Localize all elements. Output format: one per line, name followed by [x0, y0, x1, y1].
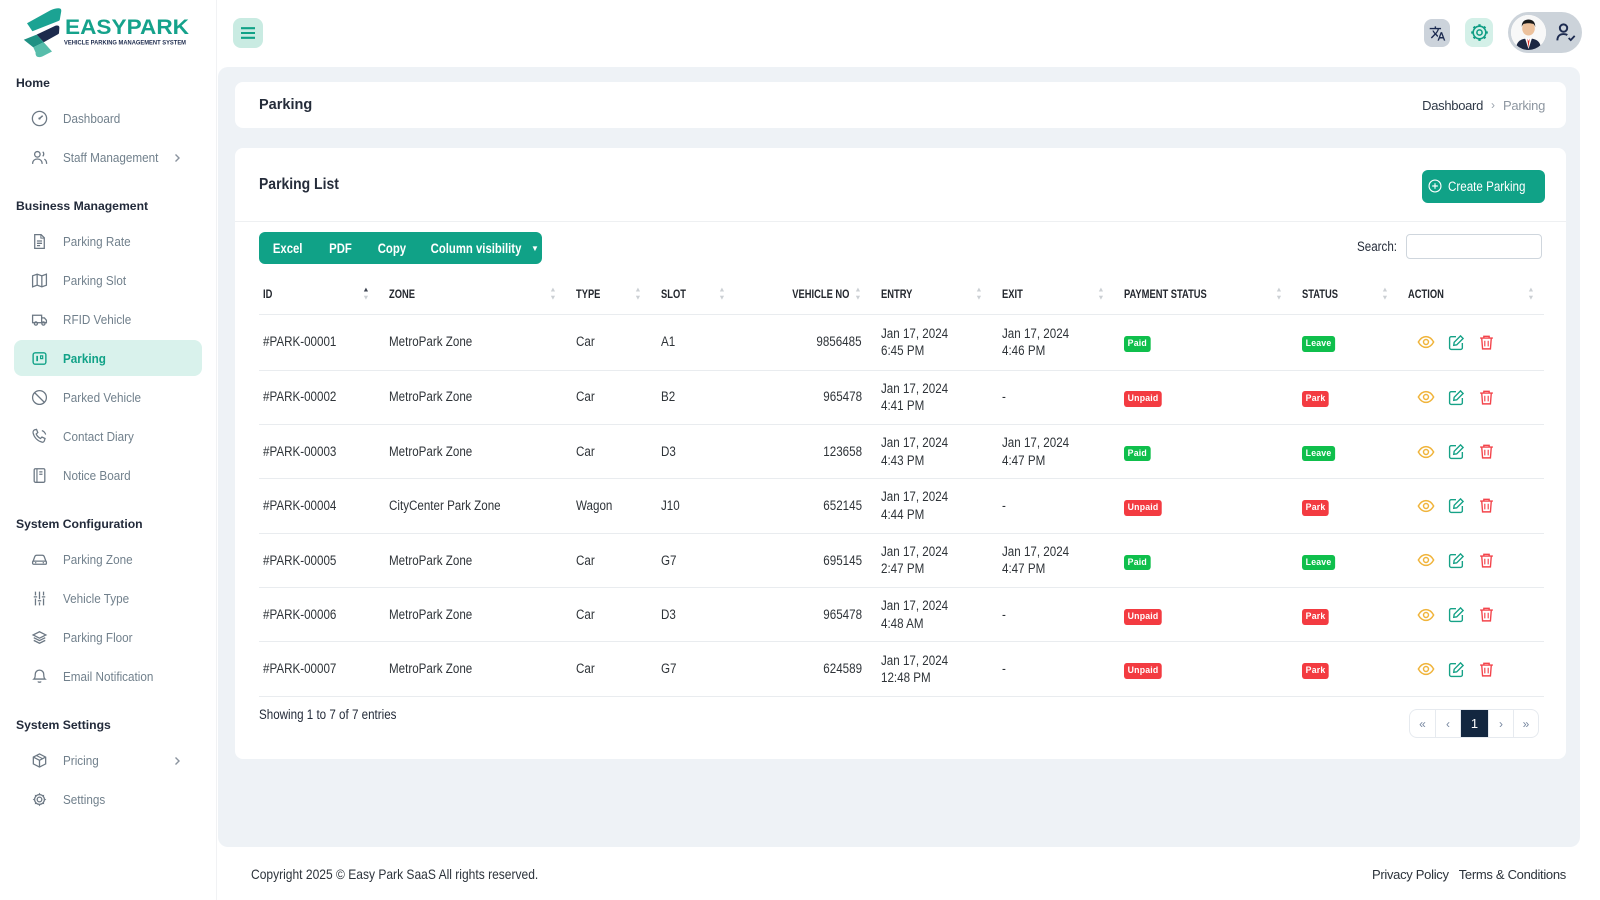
svg-text:EASYPARK: EASYPARK [65, 15, 189, 39]
svg-text:VEHICLE PARKING MANAGEMENT SYS: VEHICLE PARKING MANAGEMENT SYSTEM [64, 40, 186, 47]
